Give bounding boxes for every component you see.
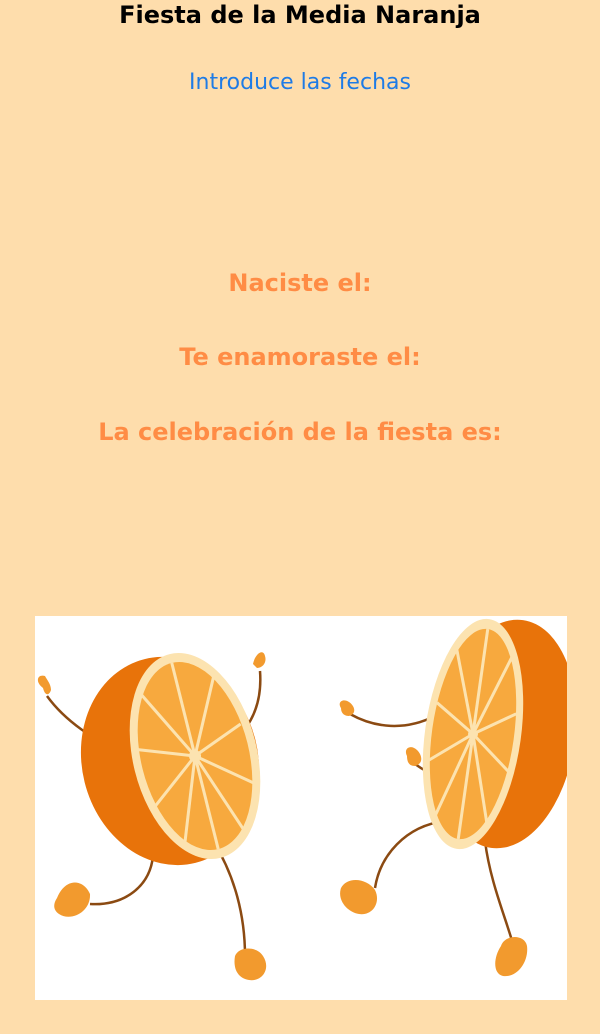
enter-dates-button[interactable]: Introduce las fechas	[0, 68, 600, 98]
party-date-label: La celebración de la fiesta es:	[98, 418, 502, 446]
love-date-label: Te enamoraste el:	[179, 343, 421, 371]
right-orange-character	[339, 618, 567, 977]
dancing-oranges-illustration	[35, 616, 567, 1000]
birth-date-label: Naciste el:	[228, 269, 372, 297]
left-orange-character	[37, 652, 267, 981]
page-title: Fiesta de la Media Naranja	[119, 1, 481, 29]
